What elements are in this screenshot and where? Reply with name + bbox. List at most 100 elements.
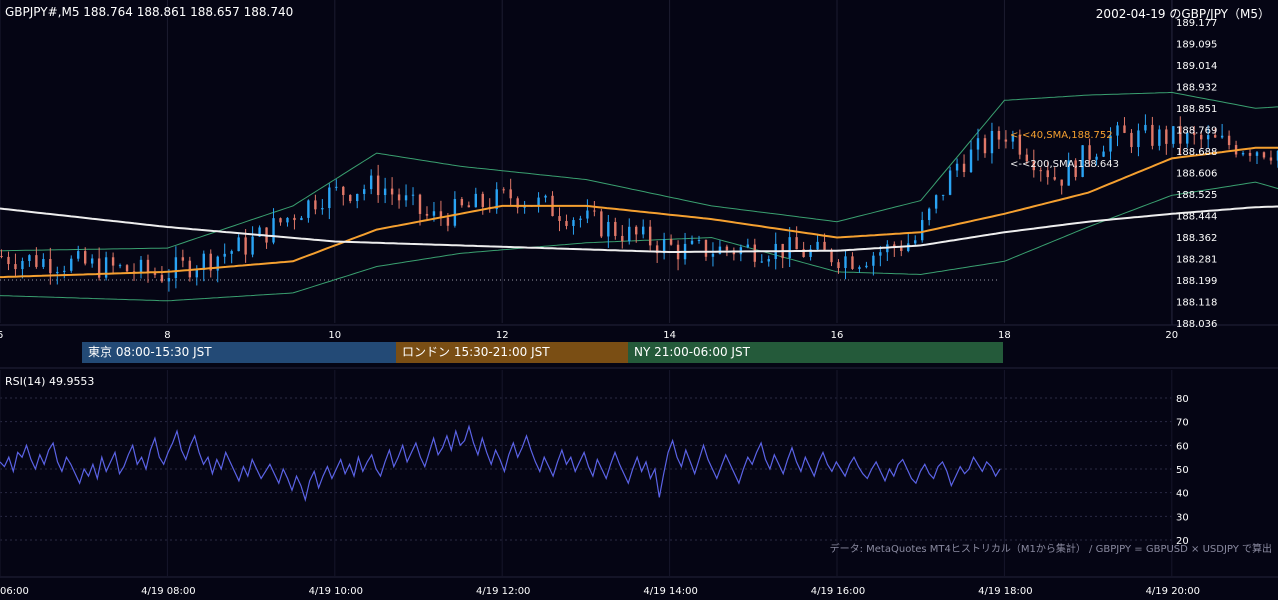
candle-body <box>509 189 512 199</box>
candle-body <box>63 270 66 272</box>
candle-body <box>446 217 450 226</box>
candle-body <box>411 194 415 196</box>
candle-body <box>1004 139 1008 142</box>
price-tick-label: 188.118 <box>1176 297 1217 308</box>
candle-body <box>349 195 352 202</box>
time-tick-label: 20 <box>1165 330 1178 341</box>
candle-body <box>1151 124 1154 146</box>
candle-body <box>244 237 247 255</box>
chart-title: 2002-04-19 のGBP/JPY（M5） <box>1095 7 1270 21</box>
candle-body <box>467 205 471 208</box>
candle-body <box>1262 152 1266 158</box>
candle-body <box>49 259 52 274</box>
rsi-time-label: 4/19 10:00 <box>309 586 363 597</box>
rsi-tick-label: 30 <box>1176 512 1189 523</box>
candle-body <box>418 194 422 214</box>
candle-body <box>858 267 861 269</box>
time-tick-label: 16 <box>831 330 844 341</box>
candle-body <box>369 175 373 190</box>
rsi-time-label: 4/19 12:00 <box>476 586 530 597</box>
candle-body <box>872 255 875 266</box>
candle-body <box>202 253 205 270</box>
candle-body <box>1227 135 1231 146</box>
candle-body <box>795 237 798 250</box>
candle-body <box>621 235 624 242</box>
candle-body <box>746 244 750 248</box>
price-tick-label: 188.444 <box>1176 211 1217 222</box>
price-tick-label: 188.281 <box>1176 254 1217 265</box>
rsi-time-axis: 06:00 4/19 08:00 4/19 10:00 4/19 12:00 4/19 … <box>0 586 1200 597</box>
candle-body <box>223 253 226 257</box>
candle-body <box>1053 177 1056 180</box>
candle-body <box>397 194 401 201</box>
rsi-line <box>0 424 1001 503</box>
price-tick-label: 188.036 <box>1176 319 1217 330</box>
candle-body <box>600 211 603 237</box>
price-tick-label: 189.014 <box>1176 61 1217 72</box>
candle-body <box>1248 152 1252 156</box>
price-tick-label: 188.688 <box>1176 147 1217 158</box>
candle-body <box>1137 130 1140 148</box>
candle-body <box>962 163 966 173</box>
time-tick-label: 10 <box>328 330 341 341</box>
candle-body <box>879 252 882 256</box>
candle-body <box>565 220 568 226</box>
data-source-note: データ: MetaQuotes MT4ヒストリカル（M1から集計） / GBPJ… <box>829 544 1272 555</box>
candle-body <box>865 265 868 268</box>
candle-body <box>1220 135 1224 138</box>
candle-body <box>342 186 345 196</box>
candle-body <box>1046 170 1049 178</box>
candle-body <box>537 197 540 207</box>
candle-body <box>383 188 387 196</box>
candle-body <box>237 237 240 252</box>
candle-body <box>635 226 638 235</box>
candle-body <box>230 251 233 254</box>
candle-body <box>1158 129 1161 146</box>
candle-body <box>983 138 987 154</box>
candle-body <box>1255 152 1259 156</box>
candle-body <box>1165 129 1168 144</box>
candle-body <box>307 200 310 218</box>
candle-body <box>1172 126 1175 144</box>
price-tick-label: 188.769 <box>1176 126 1217 137</box>
candle-body <box>174 257 178 279</box>
candle-body <box>648 226 652 246</box>
candle-body <box>335 186 338 188</box>
rsi-series-line <box>0 424 1001 503</box>
candle-body <box>376 175 380 196</box>
candle-body <box>432 211 436 216</box>
candle-body <box>14 264 17 270</box>
candle-body <box>363 189 366 194</box>
candle-body <box>1269 157 1273 161</box>
candle-body <box>579 218 582 221</box>
candle-body <box>572 220 575 226</box>
sma-lines <box>0 146 1278 279</box>
candle-body <box>293 217 296 221</box>
candle-body <box>90 258 94 264</box>
candle-body <box>976 138 980 150</box>
candle-body <box>544 195 547 198</box>
candle-body <box>474 193 477 208</box>
rsi-time-label: 06:00 <box>0 586 29 597</box>
rsi-tick-label: 60 <box>1176 441 1189 452</box>
time-tick-label: 14 <box>663 330 676 341</box>
candle-body <box>481 193 484 207</box>
candle-body <box>753 244 756 262</box>
candle-body <box>816 241 819 250</box>
rsi-time-label: 4/19 20:00 <box>1146 586 1200 597</box>
rsi-tick-label: 50 <box>1176 465 1189 476</box>
bollinger-bands <box>0 91 1278 302</box>
candle-body <box>642 226 645 235</box>
candle-body <box>77 251 80 259</box>
price-axis: 188.036 188.118 188.199 188.281 188.362 188.4… <box>1176 18 1217 330</box>
candle-body <box>328 187 331 209</box>
time-tick-label: 8 <box>164 330 170 341</box>
sma-40-label: <-<40,SMA,188.752 <box>1010 130 1113 141</box>
candle-body <box>934 195 938 209</box>
candle-body <box>286 217 289 223</box>
candle-body <box>28 255 31 261</box>
candle-body <box>118 265 122 267</box>
candle-body <box>181 257 185 261</box>
sma-200-line <box>0 205 1278 253</box>
candle-body <box>139 259 143 274</box>
